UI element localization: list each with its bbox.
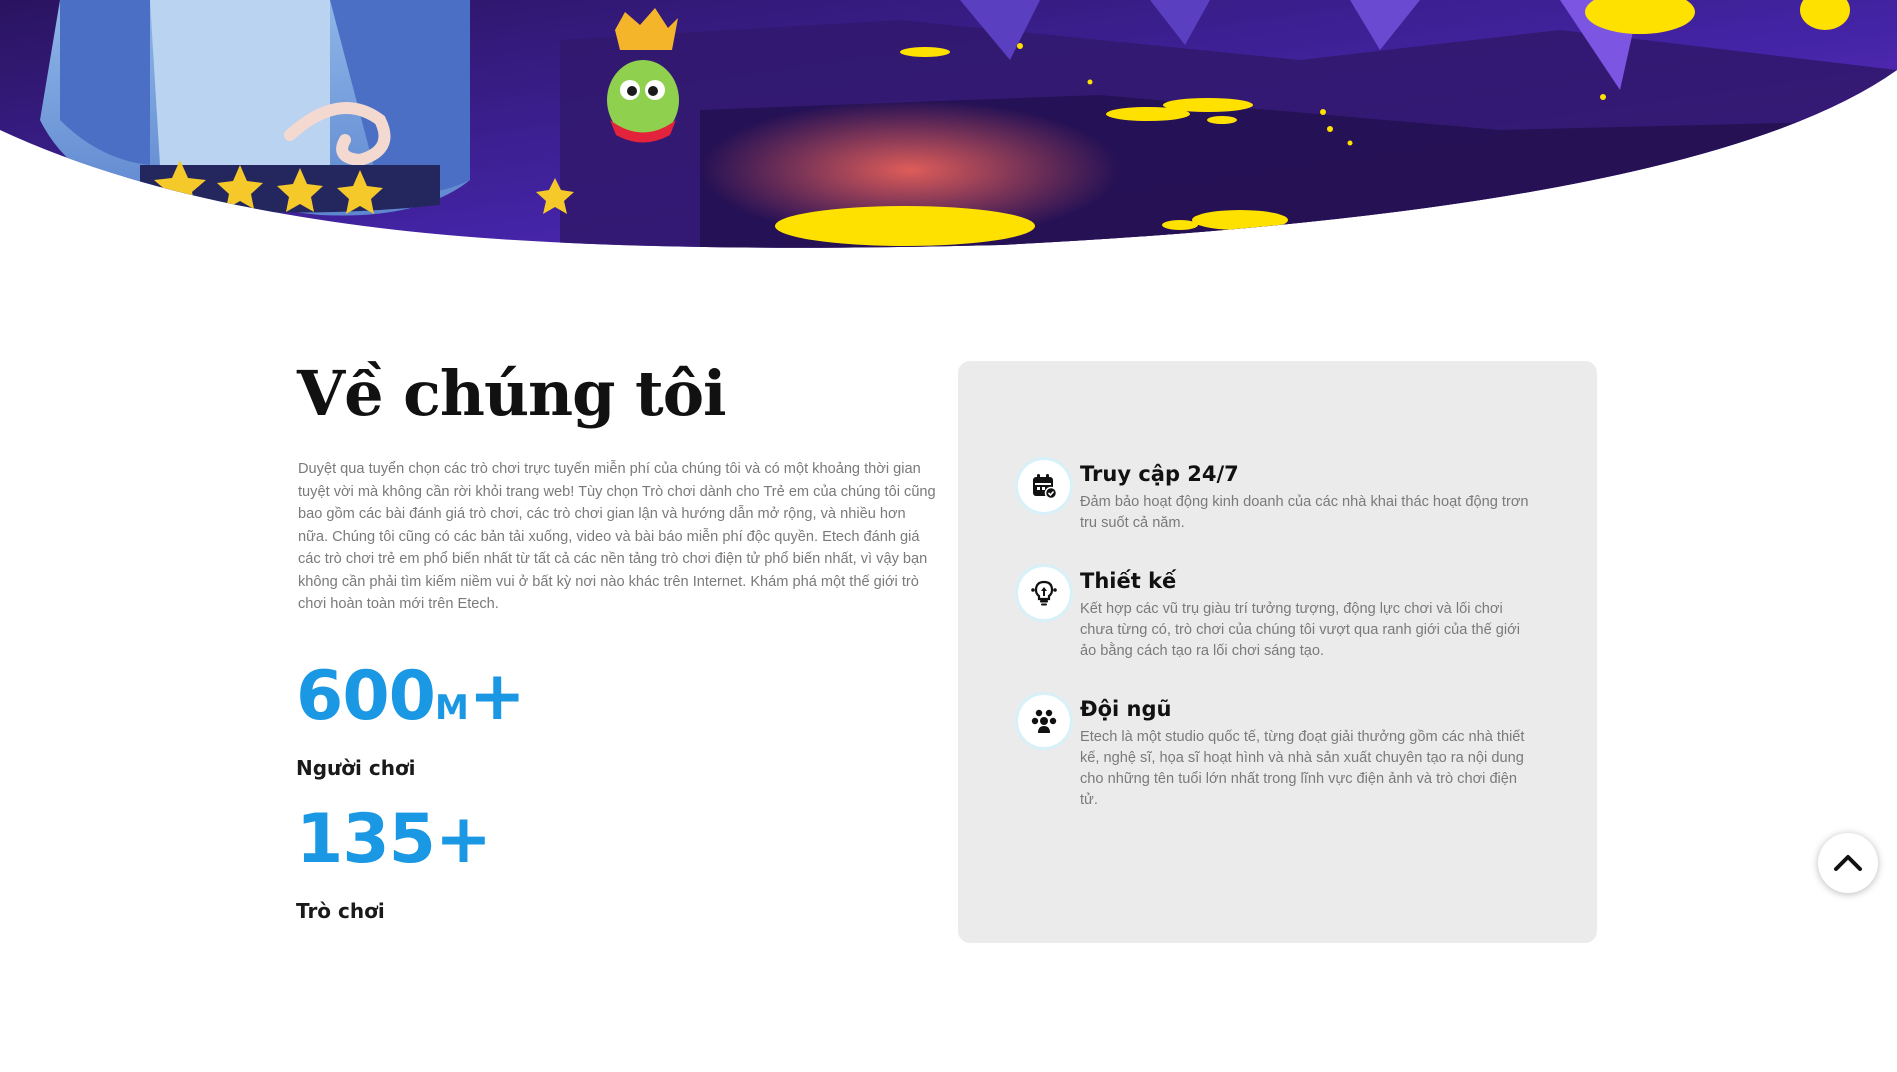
team-icon xyxy=(1018,695,1070,747)
feature-design-text: Thiết kế Kết hợp các vũ trụ giàu trí tưở… xyxy=(1080,567,1538,662)
calendar-check-icon xyxy=(1018,460,1070,512)
stat-players: 600M+ Người chơi xyxy=(296,652,526,783)
feature-team-text: Đội ngũ Etech là một studio quốc tế, từn… xyxy=(1080,695,1538,811)
stat-players-unit: M xyxy=(434,688,469,728)
stat-players-label: Người chơi xyxy=(296,756,416,780)
stat-games-value: 135+ xyxy=(296,795,492,896)
about-description: Duyệt qua tuyển chọn các trò chơi trực t… xyxy=(298,461,936,612)
feature-team-title: Đội ngũ xyxy=(1080,697,1172,721)
feature-design-title: Thiết kế xyxy=(1080,569,1177,593)
stat-games-number: 135 xyxy=(296,800,436,879)
stat-players-number: 600 xyxy=(296,657,436,736)
feature-access-text: Truy cập 24/7 Đảm bảo hoạt động kinh doa… xyxy=(1080,460,1538,534)
hero-banner xyxy=(0,0,1897,280)
stat-games-label: Trò chơi xyxy=(296,899,385,923)
stat-games: 135+ Trò chơi xyxy=(296,795,492,926)
features-card: Truy cập 24/7 Đảm bảo hoạt động kinh doa… xyxy=(958,361,1597,943)
stat-games-suffix: + xyxy=(434,800,492,879)
design-bulb-icon xyxy=(1018,567,1070,619)
about-title: Về chúng tôi xyxy=(297,357,727,430)
feature-access-title: Truy cập 24/7 xyxy=(1080,462,1239,486)
feature-design-body: Kết hợp các vũ trụ giàu trí tưởng tượng,… xyxy=(1080,601,1520,659)
page: Về chúng tôi Duyệt qua tuyển chọn các tr… xyxy=(0,0,1897,1072)
stat-players-value: 600M+ xyxy=(296,652,526,753)
chevron-up-icon xyxy=(1834,855,1862,871)
stat-players-suffix: + xyxy=(468,657,526,736)
feature-team-body: Etech là một studio quốc tế, từng đoạt g… xyxy=(1080,729,1525,808)
feature-access-body: Đảm bảo hoạt động kinh doanh của các nhà… xyxy=(1080,494,1529,531)
scroll-top-button[interactable] xyxy=(1818,833,1878,893)
